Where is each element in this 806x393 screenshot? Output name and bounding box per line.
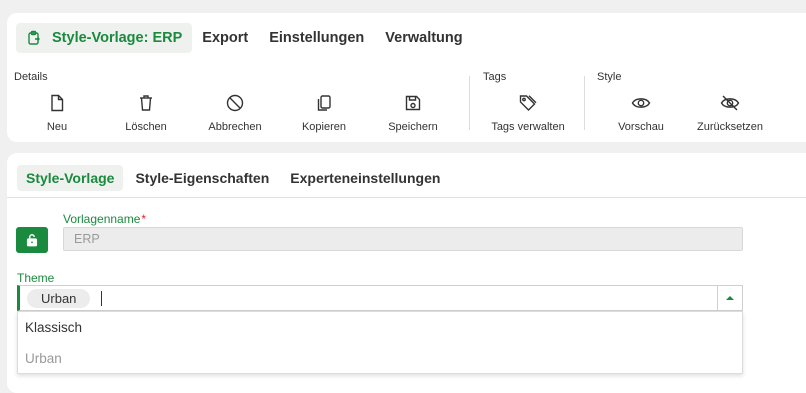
unlock-icon (26, 234, 38, 247)
cancel-button[interactable]: Abbrechen (206, 93, 264, 133)
theme-select[interactable]: Urban (17, 285, 743, 311)
save-button[interactable]: Speichern (386, 93, 440, 133)
tab-label: Verwaltung (385, 30, 463, 46)
manage-tags-button-label: Tags verwalten (491, 121, 565, 133)
text-cursor (101, 290, 103, 306)
tab-verwaltung[interactable]: Verwaltung (375, 23, 472, 53)
preview-button[interactable]: Vorschau (617, 93, 665, 133)
reset-button[interactable]: Zurücksetzen (695, 93, 765, 133)
copy-button-label: Kopieren (301, 121, 347, 133)
cancel-button-label: Abbrechen (208, 121, 262, 133)
theme-option-urban[interactable]: Urban (18, 343, 742, 374)
new-button-label: Neu (46, 121, 68, 133)
group-label-style: Style (597, 71, 622, 83)
delete-button-label: Löschen (125, 121, 167, 133)
lock-toggle-button[interactable] (16, 227, 48, 253)
tab-style-vorlage[interactable]: Style-Vorlage: ERP (16, 23, 193, 53)
theme-options-list: Klassisch Urban (17, 311, 743, 374)
template-name-label: Vorlagenname* (63, 212, 146, 226)
subtab-experteneinstellungen[interactable]: Experteneinstellungen (281, 165, 449, 191)
template-name-input[interactable]: ERP (63, 227, 743, 251)
subtab-style-eigenschaften[interactable]: Style-Eigenschaften (126, 165, 278, 191)
form-subtabs: Style-Vorlage Style-Eigenschaften Expert… (17, 165, 452, 191)
new-button[interactable]: Neu (39, 93, 75, 133)
ribbon-card: Style-Vorlage: ERP Export Einstellungen … (7, 13, 806, 142)
dropdown-toggle-button[interactable] (717, 286, 742, 310)
ribbon-tabs: Style-Vorlage: ERP Export Einstellungen … (16, 23, 473, 53)
caret-up-icon (726, 296, 734, 300)
tab-label: Export (202, 30, 249, 46)
group-divider (469, 76, 470, 130)
selected-theme-chip[interactable]: Urban (27, 288, 91, 308)
cancel-circle-icon (226, 94, 244, 112)
tab-export[interactable]: Export (192, 23, 258, 53)
eye-off-icon (720, 95, 740, 111)
reset-button-label: Zurücksetzen (696, 121, 764, 133)
theme-option-klassisch[interactable]: Klassisch (18, 312, 742, 343)
required-asterisk: * (141, 212, 147, 226)
form-card: Style-Vorlage Style-Eigenschaften Expert… (7, 153, 806, 393)
document-icon (51, 94, 64, 112)
floppy-disk-icon (405, 95, 421, 111)
save-button-label: Speichern (388, 121, 438, 133)
subtab-divider (7, 197, 806, 198)
tab-einstellungen[interactable]: Einstellungen (259, 23, 374, 53)
copy-icon (317, 95, 331, 111)
template-name-label-text: Vorlagenname (63, 212, 141, 226)
tag-icon (519, 95, 537, 111)
tab-label: Einstellungen (269, 30, 365, 46)
subtab-style-vorlage[interactable]: Style-Vorlage (17, 165, 124, 191)
trash-icon (140, 95, 152, 111)
eye-icon (631, 98, 651, 108)
template-name-value: ERP (74, 232, 100, 246)
copy-button[interactable]: Kopieren (300, 93, 348, 133)
group-divider (584, 76, 585, 130)
group-label-details: Details (14, 71, 48, 83)
preview-button-label: Vorschau (618, 121, 664, 133)
delete-button[interactable]: Löschen (121, 93, 171, 133)
group-label-tags: Tags (483, 71, 507, 83)
manage-tags-button[interactable]: Tags verwalten (489, 93, 567, 133)
theme-label: Theme (17, 271, 55, 285)
clipboard-icon (26, 30, 42, 46)
tab-label: Style-Vorlage: ERP (52, 30, 183, 46)
